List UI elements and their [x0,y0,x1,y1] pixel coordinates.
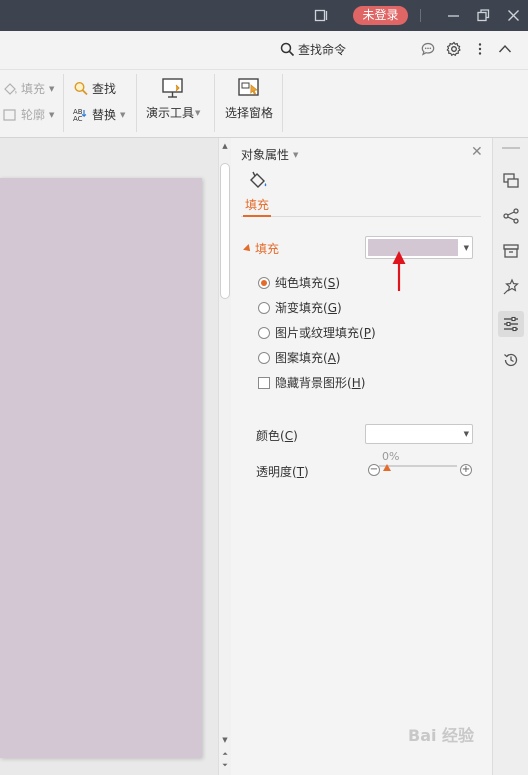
replace-dropdown-caret: ▼ [120,110,126,119]
command-bar: 查找命令 [0,31,528,69]
picture-fill-label: 图片或纹理填充(P) [275,326,376,340]
section-collapse-icon [243,243,253,254]
tab-fill[interactable]: 填充 [245,196,269,213]
login-button[interactable]: 未登录 [353,6,408,25]
outline-button[interactable]: 轮廓 ▼ [2,106,54,123]
scrollbar-thumb[interactable] [220,163,230,299]
slide-canvas [0,138,218,775]
find-button[interactable]: 查找 [73,80,116,97]
red-annotation-arrow [392,251,406,291]
gradient-fill-radio[interactable] [258,301,270,314]
fill-section-header[interactable]: 填充 [243,240,280,257]
color-dropdown-caret: ▼ [463,430,469,438]
ribbon-toolbar: 填充 ▼ 轮廓 ▼ 查找 AB AC 替换 ▼ 演示工具 ▼ 选择窗格 [0,69,528,138]
selection-pane-label: 选择窗格 [225,106,274,120]
transparency-slider-handle[interactable] [383,464,391,471]
color-label: 颜色(C) [256,429,298,443]
replace-button-label: 替换 [92,108,117,122]
history-icon[interactable] [502,351,520,369]
gear-icon[interactable] [446,41,462,57]
pattern-fill-option[interactable]: 图案填充(A) [258,349,341,366]
solid-fill-label: 纯色填充(S) [275,276,340,290]
presentation-tools-button[interactable]: 演示工具 ▼ [146,76,200,121]
replace-button[interactable]: AB AC 替换 ▼ [73,106,125,123]
slide[interactable] [0,178,202,758]
find-button-label: 查找 [92,82,117,96]
fill-dropdown-caret: ▼ [49,84,55,93]
search-command-button[interactable]: 查找命令 [280,40,346,58]
next-slide-arrow[interactable]: ⏷ [219,761,231,770]
reading-mode-icon[interactable] [314,8,329,23]
animation-icon[interactable] [502,278,520,296]
chat-icon[interactable] [420,41,436,57]
presentation-tools-caret: ▼ [195,108,201,117]
pattern-fill-radio[interactable] [258,351,270,364]
hide-background-label: 隐藏背景图形(H) [275,376,366,390]
scroll-up-arrow[interactable]: ▲ [219,142,231,150]
outline-dropdown-caret: ▼ [49,110,55,119]
transparency-value: 0% [382,450,400,463]
share-icon[interactable] [502,207,520,225]
hide-background-checkbox[interactable] [258,376,270,389]
outline-button-label: 轮廓 [21,108,46,122]
gradient-fill-label: 渐变填充(G) [275,301,342,315]
picture-fill-option[interactable]: 图片或纹理填充(P) [258,324,376,341]
fill-color-dropdown[interactable]: ▼ [365,236,473,259]
selection-pane-icon [238,78,259,96]
restore-icon[interactable] [476,8,491,23]
baidu-watermark: Bai 经验 [408,726,475,745]
ribbon-divider [136,74,137,132]
minimize-icon[interactable] [446,8,461,23]
fill-color-caret: ▼ [463,243,469,252]
fill-tab-icon[interactable] [247,170,269,192]
collapse-ribbon-icon[interactable] [497,41,513,57]
fill-color-swatch [368,239,458,256]
transparency-label: 透明度(T) [256,465,309,479]
fill-bucket-icon [4,82,17,95]
vertical-scrollbar[interactable]: ▲ ▼ ⏶ ⏷ [218,138,231,775]
title-divider [420,9,421,22]
more-icon[interactable] [472,41,488,57]
pane-title-caret: ▼ [293,150,299,159]
solid-fill-option[interactable]: 纯色填充(S) [258,274,340,291]
pane-title: 对象属性 [241,148,290,162]
pattern-fill-label: 图案填充(A) [275,351,341,365]
ribbon-divider [63,74,64,132]
find-icon [74,81,88,96]
close-icon[interactable] [506,8,521,23]
search-icon [280,42,295,56]
svg-text:AC: AC [73,115,83,122]
fill-button[interactable]: 填充 ▼ [2,80,54,97]
title-bar: 未登录 [0,0,528,31]
previous-slide-arrow[interactable]: ⏶ [219,750,231,759]
ribbon-divider [282,74,283,132]
ribbon-divider [214,74,215,132]
presentation-tools-label: 演示工具 [146,106,195,120]
scroll-down-arrow[interactable]: ▼ [219,736,231,744]
sidebar-handle [502,147,520,149]
properties-icon[interactable] [502,315,520,333]
solid-fill-radio[interactable] [258,276,270,289]
outline-icon [3,108,16,121]
pane-close-icon[interactable]: ✕ [471,144,483,160]
tab-active-indicator [243,215,271,217]
hide-background-option[interactable]: 隐藏背景图形(H) [258,374,365,391]
color-dropdown[interactable]: ▼ [365,424,473,444]
right-sidebar [492,138,528,775]
pane-title-button[interactable]: 对象属性 ▼ [241,146,298,163]
presentation-tools-icon [162,78,183,98]
transparency-increase-button[interactable]: + [460,464,472,476]
picture-fill-radio[interactable] [258,326,270,339]
replace-icon: ABAC [73,108,87,122]
selection-pane-button[interactable]: 选择窗格 [225,76,273,121]
fill-section-title: 填充 [255,242,280,256]
object-properties-pane: 对象属性 ▼ ✕ 填充 填充 ▼ 纯色填充(S) 渐变填充(G) 图片或纹理填充(… [231,138,492,775]
archive-icon[interactable] [502,242,520,260]
tab-divider [241,216,481,217]
search-command-label: 查找命令 [298,42,347,57]
gradient-fill-option[interactable]: 渐变填充(G) [258,299,342,316]
slide-switch-icon[interactable] [502,172,520,190]
fill-button-label: 填充 [21,82,46,96]
